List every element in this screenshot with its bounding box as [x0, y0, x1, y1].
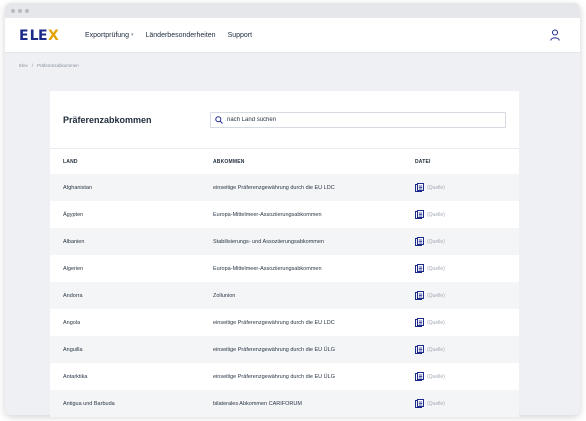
table-row: Antigua und Barbuda bilaterales Abkommen… [50, 390, 519, 417]
breadcrumb-separator: / [31, 63, 34, 68]
chevron-down-icon: ▾ [130, 32, 134, 38]
table-row: Andorra Zollunion (Quelle) [50, 282, 519, 309]
document-icon[interactable] [415, 237, 424, 246]
cell-land: Antarktika [63, 373, 88, 380]
quelle-link[interactable]: (Quelle) [427, 401, 445, 407]
document-icon[interactable] [415, 399, 424, 408]
cell-abkommen: einseitige Präferenzgewährung durch die … [213, 184, 335, 191]
cell-datei[interactable]: (Quelle) [415, 210, 445, 219]
table-row: Afghanistan einseitige Präferenzgewährun… [50, 174, 519, 201]
nav-support-label: Support [227, 31, 253, 39]
search-icon [215, 116, 223, 124]
document-icon[interactable] [415, 264, 424, 273]
document-icon[interactable] [415, 291, 424, 300]
cell-abkommen: bilaterales Abkommen CARIFORUM [213, 400, 302, 407]
page-title: Präferenzabkommen [63, 115, 152, 125]
table-row: Albanien Stabilisierungs- und Assoziieru… [50, 228, 519, 255]
svg-text:EL: EL [19, 28, 39, 42]
document-icon[interactable] [415, 318, 424, 327]
document-icon[interactable] [415, 183, 424, 192]
quelle-link[interactable]: (Quelle) [427, 320, 445, 326]
window-dot-minimize[interactable] [18, 8, 22, 13]
nav-exportpruefung[interactable]: Exportprüfung ▾ [85, 32, 134, 39]
user-icon[interactable] [550, 29, 560, 41]
breadcrumb-current: Präferenzabkommen [37, 63, 79, 68]
search-input[interactable] [227, 117, 487, 123]
main-menu: Exportprüfung ▾ Länderbesonderheiten Sup… [85, 32, 252, 39]
cell-datei[interactable]: (Quelle) [415, 399, 445, 408]
cell-land: Albanien [63, 238, 85, 245]
table-header: LAND ABKOMMEN DATEI [50, 149, 519, 174]
cell-land: Ägypten [63, 211, 84, 218]
cell-datei[interactable]: (Quelle) [415, 183, 445, 192]
cell-datei[interactable]: (Quelle) [415, 372, 445, 381]
content-card: Präferenzabkommen LAND ABKOMMEN DATEI Af… [50, 91, 519, 417]
nav-laenderbesonderheiten[interactable]: Länderbesonderheiten [146, 32, 216, 39]
column-header-land: LAND [63, 158, 78, 165]
table-row: Algerien Europa-Mittelmeer-Assoziierungs… [50, 255, 519, 282]
cell-datei[interactable]: (Quelle) [415, 237, 445, 246]
search-box[interactable] [210, 112, 506, 128]
column-header-abkommen: ABKOMMEN [213, 158, 245, 165]
svg-text:X: X [48, 28, 60, 42]
nav-laenderbesonderheiten-label: Länderbesonderheiten [145, 31, 216, 39]
window-titlebar [5, 3, 580, 18]
nav-exportpruefung-label: Exportprüfung [85, 31, 129, 39]
quelle-link[interactable]: (Quelle) [427, 185, 445, 191]
card-header: Präferenzabkommen [50, 91, 519, 149]
cell-land: Algerien [63, 265, 84, 272]
cell-datei[interactable]: (Quelle) [415, 291, 445, 300]
breadcrumb: Elex / Präferenzabkommen [5, 53, 580, 68]
quelle-link[interactable]: (Quelle) [427, 374, 445, 380]
cell-abkommen: Europa-Mittelmeer-Assoziierungsabkommen [213, 265, 322, 272]
cell-datei[interactable]: (Quelle) [415, 264, 445, 273]
svg-text:E: E [38, 28, 49, 42]
breadcrumb-home[interactable]: Elex [19, 63, 28, 68]
cell-abkommen: Stabilisierungs- und Assoziierungsabkomm… [213, 238, 324, 245]
cell-land: Angola [63, 319, 81, 326]
table-row: Angola einseitige Präferenzgewährung dur… [50, 309, 519, 336]
cell-abkommen: einseitige Präferenzgewährung durch die … [213, 346, 335, 353]
table-body: Afghanistan einseitige Präferenzgewährun… [50, 174, 519, 417]
top-navigation: EL E X Exportprüfung ▾ Länderbesonderhei… [5, 18, 580, 53]
cell-datei[interactable]: (Quelle) [415, 318, 445, 327]
cell-datei[interactable]: (Quelle) [415, 345, 445, 354]
quelle-link[interactable]: (Quelle) [427, 266, 445, 272]
table-row: Antarktika einseitige Präferenzgewährung… [50, 363, 519, 390]
cell-land: Afghanistan [63, 184, 93, 191]
cell-land: Andorra [63, 292, 83, 299]
window-dot-maximize[interactable] [25, 8, 29, 13]
quelle-link[interactable]: (Quelle) [427, 293, 445, 299]
table-row: Anguilla einseitige Präferenzgewährung d… [50, 336, 519, 363]
quelle-link[interactable]: (Quelle) [427, 239, 445, 245]
quelle-link[interactable]: (Quelle) [427, 347, 445, 353]
window-dot-close[interactable] [11, 8, 15, 13]
document-icon[interactable] [415, 345, 424, 354]
document-icon[interactable] [415, 210, 424, 219]
elex-logo-mark: EL E X [19, 28, 60, 42]
column-header-datei: DATEI [415, 158, 431, 165]
cell-land: Antigua und Barbuda [63, 400, 115, 407]
cell-abkommen: einseitige Präferenzgewährung durch die … [213, 373, 335, 380]
cell-abkommen: Zollunion [213, 292, 236, 299]
document-icon[interactable] [415, 372, 424, 381]
table-row: Ägypten Europa-Mittelmeer-Assoziierungsa… [50, 201, 519, 228]
quelle-link[interactable]: (Quelle) [427, 212, 445, 218]
cell-land: Anguilla [63, 346, 83, 353]
cell-abkommen: einseitige Präferenzgewährung durch die … [213, 319, 335, 326]
elex-logo[interactable]: EL E X [19, 28, 61, 42]
cell-abkommen: Europa-Mittelmeer-Assoziierungsabkommen [213, 211, 322, 218]
nav-support[interactable]: Support [228, 32, 253, 39]
